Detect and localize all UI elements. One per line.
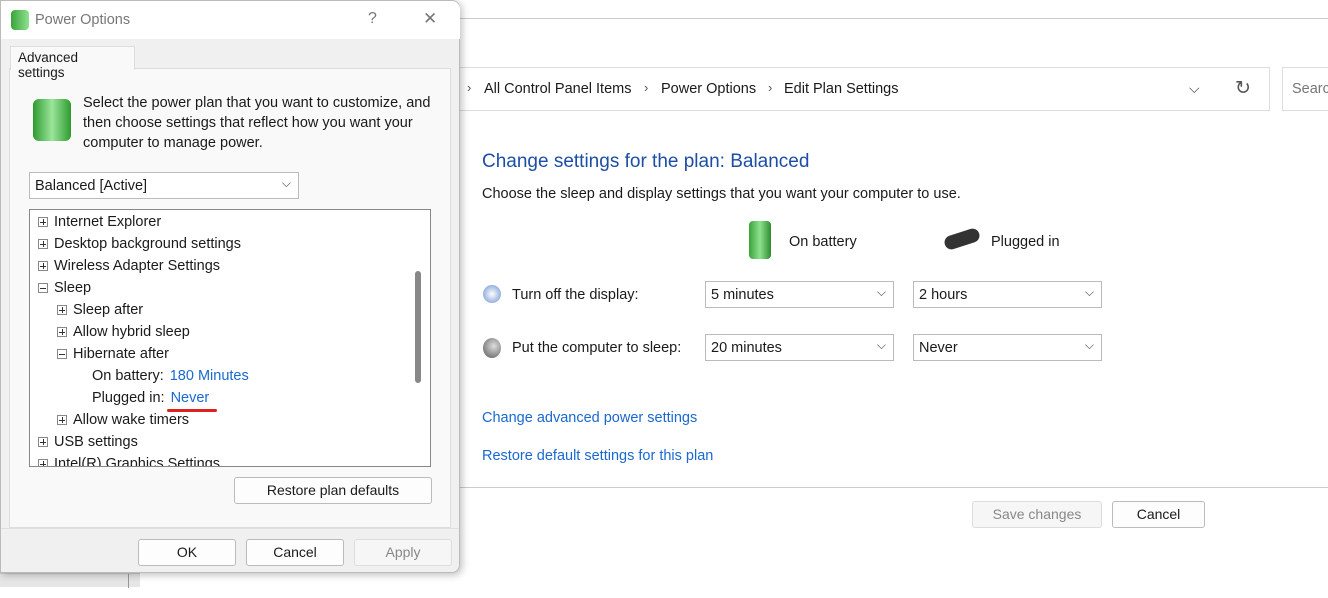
help-button[interactable]: ?	[368, 10, 377, 28]
select-value: 5 minutes	[711, 287, 774, 303]
tree-item[interactable]: Intel(R) Graphics Settings	[38, 456, 221, 467]
tree-item-label: Internet Explorer	[54, 214, 162, 230]
tab-advanced-settings[interactable]: Advanced settings	[10, 46, 135, 80]
chevron-down-icon[interactable]: ⌵	[1189, 80, 1200, 97]
tree-item[interactable]: Sleep after	[57, 302, 143, 318]
battery-icon	[749, 221, 771, 259]
expand-icon[interactable]	[38, 261, 48, 271]
page-subtitle: Choose the sleep and display settings th…	[482, 186, 961, 202]
tree-item[interactable]: Sleep	[38, 280, 91, 296]
restore-defaults-link[interactable]: Restore default settings for this plan	[482, 448, 713, 464]
address-bar[interactable]: › All Control Panel Items › Power Option…	[454, 67, 1270, 111]
settings-tree[interactable]: Internet Explorer Desktop background sett…	[29, 209, 431, 467]
expand-icon[interactable]	[38, 437, 48, 447]
tree-item[interactable]: On battery: 180 Minutes	[92, 368, 249, 384]
collapse-icon[interactable]	[57, 349, 67, 359]
tree-item[interactable]: Allow hybrid sleep	[57, 324, 190, 340]
select-value: 2 hours	[919, 287, 968, 303]
tree-item-value[interactable]: Never	[171, 390, 210, 406]
expand-icon[interactable]	[57, 305, 67, 315]
tree-item-value[interactable]: 180 Minutes	[170, 368, 249, 384]
display-clock-icon	[483, 285, 501, 303]
search-input[interactable]: Search	[1282, 67, 1328, 111]
chevron-right-icon: ›	[644, 80, 649, 95]
tree-item-label: Plugged in:	[92, 390, 165, 406]
tree-item[interactable]: USB settings	[38, 434, 138, 450]
close-button[interactable]: ✕	[423, 9, 437, 29]
tree-item-label: Sleep after	[73, 302, 144, 318]
page-title: Change settings for the plan: Balanced	[482, 151, 810, 172]
display-plugged-select[interactable]: 2 hours ⌵	[913, 281, 1102, 308]
tree-item-label: Allow hybrid sleep	[73, 324, 190, 340]
background-window-strip	[0, 573, 140, 588]
select-value: Never	[919, 340, 958, 356]
power-options-dialog: Power Options ? ✕ Advanced settings Sele…	[0, 0, 460, 573]
expand-icon[interactable]	[38, 239, 48, 249]
chevron-right-icon: ›	[768, 80, 773, 95]
sleep-battery-select[interactable]: 20 minutes ⌵	[705, 334, 894, 361]
display-battery-select[interactable]: 5 minutes ⌵	[705, 281, 894, 308]
tree-item-label: Sleep	[54, 280, 92, 296]
chevron-right-icon: ›	[467, 80, 472, 95]
change-advanced-link[interactable]: Change advanced power settings	[482, 410, 697, 426]
power-options-icon	[11, 10, 29, 30]
cancel-button[interactable]: Cancel	[246, 539, 344, 566]
tree-scrollbar[interactable]	[415, 271, 421, 383]
sleep-row-label: Put the computer to sleep:	[512, 340, 682, 356]
sleep-moon-icon	[483, 338, 501, 358]
expand-icon[interactable]	[38, 459, 48, 466]
plugged-in-label: Plugged in	[991, 234, 1060, 250]
dialog-titlebar: Power Options ? ✕	[1, 1, 460, 39]
tree-item-label: Allow wake timers	[73, 412, 190, 428]
restore-plan-defaults-button[interactable]: Restore plan defaults	[234, 477, 432, 504]
dialog-title: Power Options	[35, 12, 131, 28]
tree-item[interactable]: Internet Explorer	[38, 214, 161, 230]
divider	[1, 528, 459, 529]
select-value: 20 minutes	[711, 340, 782, 356]
tree-item-label: Wireless Adapter Settings	[54, 258, 221, 274]
breadcrumb-power-options[interactable]: Power Options	[661, 81, 756, 97]
display-row-label: Turn off the display:	[512, 287, 639, 303]
intro-text: Select the power plan that you want to c…	[83, 95, 431, 151]
tree-item-label: USB settings	[54, 434, 138, 450]
tree-item[interactable]: Plugged in: Never	[92, 390, 217, 412]
chevron-down-icon: ⌵	[876, 285, 886, 299]
chevron-down-icon: ⌵	[281, 176, 291, 190]
select-value: Balanced [Active]	[35, 178, 148, 194]
expand-icon[interactable]	[57, 415, 67, 425]
refresh-icon[interactable]: ↻	[1235, 77, 1251, 100]
on-battery-label: On battery	[789, 234, 857, 250]
tree-item[interactable]: Hibernate after	[57, 346, 169, 362]
breadcrumb-edit-plan[interactable]: Edit Plan Settings	[784, 81, 898, 97]
tree-item[interactable]: Allow wake timers	[57, 412, 189, 428]
ok-button[interactable]: OK	[138, 539, 236, 566]
tree-item[interactable]: Desktop background settings	[38, 236, 241, 252]
tree-item[interactable]: Wireless Adapter Settings	[38, 258, 220, 274]
plan-select[interactable]: Balanced [Active] ⌵	[29, 172, 299, 199]
chevron-down-icon: ⌵	[1084, 338, 1094, 352]
expand-icon[interactable]	[38, 217, 48, 227]
cancel-button[interactable]: Cancel	[1112, 501, 1205, 528]
tree-item-label: Intel(R) Graphics Settings	[54, 456, 221, 467]
tree-item-label: On battery:	[92, 368, 164, 384]
tree-item-label: Hibernate after	[73, 346, 169, 362]
apply-button[interactable]: Apply	[354, 539, 452, 566]
battery-plug-icon	[33, 99, 71, 141]
collapse-icon[interactable]	[38, 283, 48, 293]
chevron-down-icon: ⌵	[1084, 285, 1094, 299]
breadcrumb-all-items[interactable]: All Control Panel Items	[484, 81, 631, 97]
tree-item-label: Desktop background settings	[54, 236, 241, 252]
divider	[440, 487, 1328, 488]
expand-icon[interactable]	[57, 327, 67, 337]
sleep-plugged-select[interactable]: Never ⌵	[913, 334, 1102, 361]
save-changes-button[interactable]: Save changes	[972, 501, 1102, 528]
chevron-down-icon: ⌵	[876, 338, 886, 352]
